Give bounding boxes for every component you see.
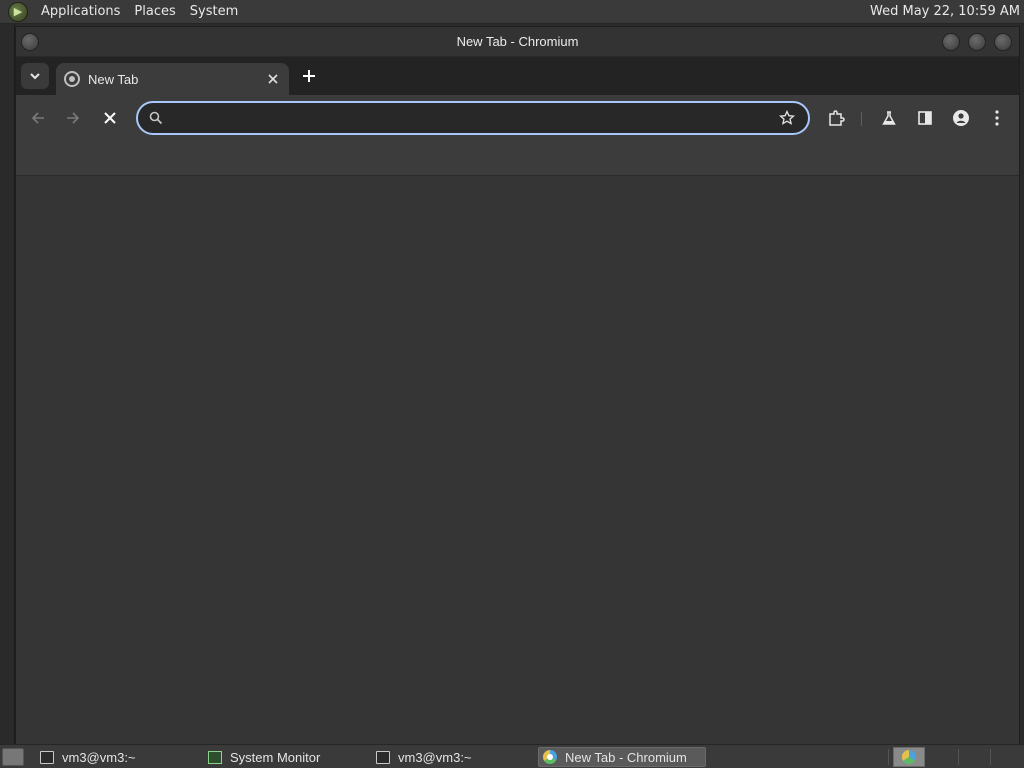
chevron-down-icon bbox=[30, 73, 40, 80]
menu-applications[interactable]: Applications bbox=[34, 4, 127, 19]
toolbar-divider bbox=[861, 112, 862, 126]
chromium-tray-icon bbox=[902, 750, 916, 764]
profile-icon bbox=[953, 110, 969, 126]
gnome-foot-logo-icon[interactable]: ▶ bbox=[8, 1, 28, 22]
side-panel-icon bbox=[918, 111, 932, 125]
panel-clock[interactable]: Wed May 22, 10:59 AM bbox=[870, 4, 1020, 19]
menu-system[interactable]: System bbox=[183, 4, 245, 19]
window-title: New Tab - Chromium bbox=[456, 34, 579, 49]
more-vert-icon bbox=[995, 110, 999, 126]
bookmarks-bar-area bbox=[16, 141, 1019, 176]
plus-icon bbox=[303, 70, 315, 82]
taskbar-item-system-monitor[interactable]: System Monitor bbox=[204, 747, 364, 767]
tray-separator bbox=[958, 749, 959, 765]
omnibox[interactable] bbox=[136, 101, 810, 135]
extensions-button[interactable] bbox=[822, 104, 850, 132]
taskbar-item-terminal-2[interactable]: vm3@vm3:~ bbox=[372, 747, 532, 767]
close-icon bbox=[268, 74, 278, 84]
forward-button[interactable] bbox=[59, 104, 87, 132]
taskbar-item-chromium[interactable]: New Tab - Chromium bbox=[538, 747, 706, 767]
new-tab-button[interactable] bbox=[298, 65, 320, 87]
forward-arrow-icon bbox=[67, 112, 80, 124]
window-menu-button[interactable] bbox=[21, 33, 39, 51]
labs-button[interactable] bbox=[875, 104, 903, 132]
back-arrow-icon bbox=[31, 112, 44, 124]
search-icon bbox=[148, 110, 164, 126]
taskbar-item-label: vm3@vm3:~ bbox=[398, 749, 472, 765]
back-button[interactable] bbox=[24, 104, 52, 132]
taskbar-item-label: vm3@vm3:~ bbox=[62, 749, 136, 765]
desktop-left-edge bbox=[0, 24, 15, 744]
tray-separator bbox=[990, 749, 991, 765]
tab-label: New Tab bbox=[88, 71, 139, 87]
taskbar-item-label: New Tab - Chromium bbox=[565, 749, 687, 765]
chromium-favicon-icon bbox=[64, 71, 80, 87]
stop-icon bbox=[104, 112, 116, 124]
window-titlebar[interactable]: New Tab - Chromium bbox=[16, 27, 1019, 57]
window-close-button[interactable] bbox=[994, 33, 1012, 51]
system-monitor-icon bbox=[208, 750, 222, 764]
workspace-switcher[interactable] bbox=[893, 747, 925, 767]
tab-strip: New Tab bbox=[16, 57, 1019, 95]
chromium-icon bbox=[543, 750, 557, 764]
minimize-button[interactable] bbox=[942, 33, 960, 51]
tab-close-button[interactable] bbox=[263, 69, 283, 89]
tab-new-tab[interactable]: New Tab bbox=[56, 63, 289, 95]
terminal-icon bbox=[376, 750, 390, 764]
maximize-button[interactable] bbox=[968, 33, 986, 51]
browser-toolbar bbox=[16, 95, 1019, 197]
stop-button[interactable] bbox=[96, 104, 124, 132]
page-content[interactable] bbox=[16, 176, 1019, 744]
menu-places[interactable]: Places bbox=[127, 4, 182, 19]
star-icon bbox=[779, 110, 795, 125]
tray-separator bbox=[888, 749, 889, 765]
labs-flask-icon bbox=[882, 111, 896, 125]
side-panel-button[interactable] bbox=[911, 104, 939, 132]
tab-search-button[interactable] bbox=[21, 63, 49, 89]
profile-button[interactable] bbox=[947, 104, 975, 132]
taskbar-item-terminal-1[interactable]: vm3@vm3:~ bbox=[36, 747, 196, 767]
more-menu-button[interactable] bbox=[983, 104, 1011, 132]
terminal-icon bbox=[40, 750, 54, 764]
show-desktop-icon[interactable] bbox=[2, 747, 24, 766]
taskbar-item-label: System Monitor bbox=[230, 749, 321, 765]
top-panel: ▶ Applications Places System Wed May 22,… bbox=[0, 0, 1024, 24]
omnibox-input[interactable] bbox=[172, 103, 778, 133]
bottom-taskbar: vm3@vm3:~ System Monitor vm3@vm3:~ New T… bbox=[0, 744, 1024, 768]
chromium-window: New Tab - Chromium New Tab bbox=[15, 26, 1020, 744]
extensions-icon bbox=[829, 110, 845, 126]
bookmark-star-button[interactable] bbox=[778, 109, 796, 127]
